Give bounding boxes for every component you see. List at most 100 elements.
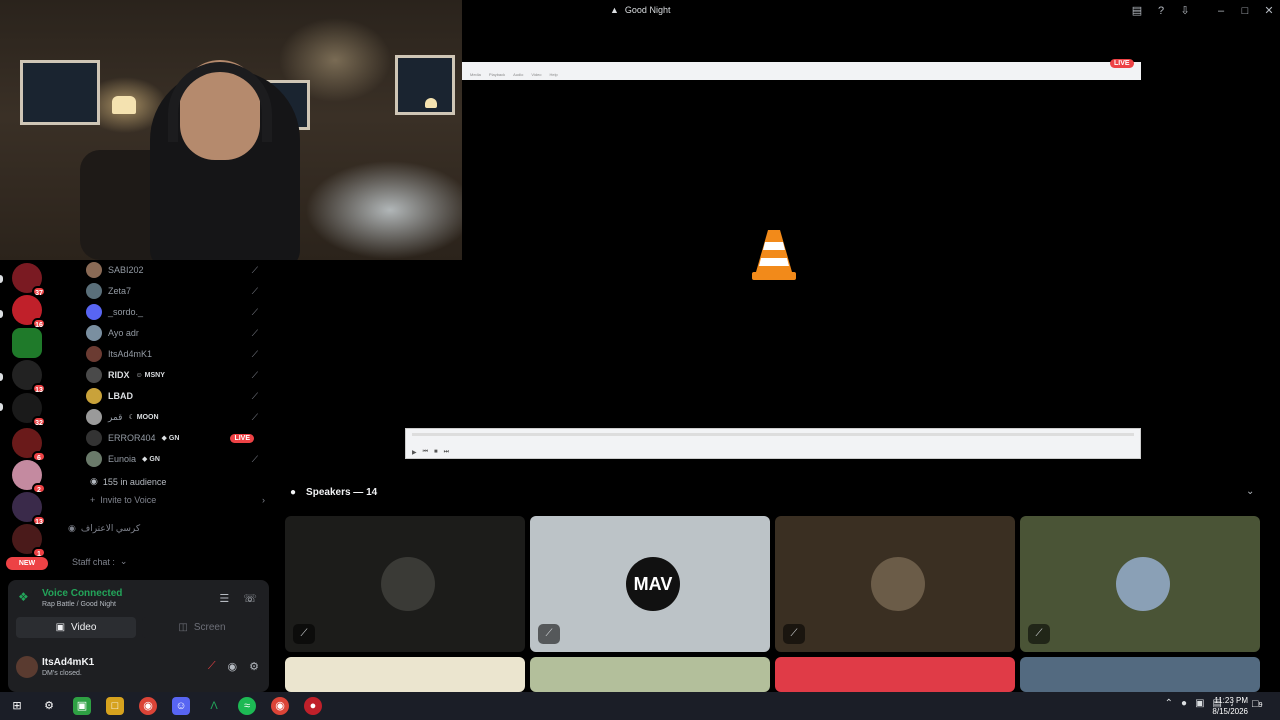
avatar[interactable] <box>16 656 38 678</box>
channel-member-list: SABI202 ⟋ Zeta7 ⟋ _sordo._ ⟋ Ayo adr ⟋ I… <box>50 260 276 580</box>
soundboard-icon[interactable]: ☰ <box>219 592 229 605</box>
headset <box>168 62 272 142</box>
speaker-tile[interactable]: ⟋ <box>285 516 525 652</box>
app-icon[interactable]: ● <box>304 697 322 715</box>
maximize-icon[interactable]: □ <box>1238 4 1252 18</box>
discord-icon[interactable]: ☺ <box>172 697 190 715</box>
speaker-tile[interactable]: ⟋ <box>775 516 1015 652</box>
app-icon[interactable]: Λ <box>205 697 223 715</box>
server-icon[interactable]: 37 <box>12 263 46 297</box>
lamp <box>425 98 437 108</box>
voice-member[interactable]: ERROR404 ◆ GN LIVE <box>86 428 266 448</box>
muted-mic-icon: ⟋ <box>251 264 258 275</box>
server-icon[interactable]: 6 <box>12 428 46 462</box>
voice-channel[interactable]: ◉ كرسي الاعتراف <box>68 523 140 534</box>
speaker-tile[interactable]: MAV ⟋ <box>530 516 770 652</box>
user-panel: ItsAd4mK1 DM's closed. ⟋ ◉ ⚙ <box>8 650 269 692</box>
stage-icon: ▲ <box>610 5 619 15</box>
notification-icon[interactable]: □9 <box>1252 698 1263 710</box>
server-icon[interactable]: 16 <box>12 295 46 329</box>
speaker-tile[interactable] <box>285 657 525 692</box>
speaker-tile[interactable]: ⟋ <box>1020 516 1260 652</box>
voice-member[interactable]: ItsAd4mK1 ⟋ <box>86 344 266 364</box>
mute-mic-icon[interactable]: ⟋ <box>208 660 216 673</box>
clock[interactable]: 11:23 PM 8/15/2026 <box>1200 695 1248 717</box>
muted-mic-icon: ⟋ <box>538 624 560 644</box>
voice-member[interactable]: Ayo adr ⟋ <box>86 323 266 343</box>
voice-status[interactable]: Voice Connected <box>42 588 122 599</box>
voice-member[interactable]: SABI202 ⟋ <box>86 260 266 280</box>
member-tag: ◆ GN <box>142 455 160 464</box>
voice-member[interactable]: Zeta7 ⟋ <box>86 281 266 301</box>
help-icon[interactable]: ? <box>1154 4 1168 18</box>
voice-member[interactable]: _sordo._ ⟋ <box>86 302 266 322</box>
next-icon[interactable]: ⏭ <box>444 449 449 456</box>
avatar <box>86 283 102 299</box>
close-icon[interactable]: ✕ <box>1262 4 1276 18</box>
voice-member[interactable]: RIDX ☺ MSNY ⟋ <box>86 365 266 385</box>
chevron-up-icon[interactable]: ⌃ <box>1165 698 1173 709</box>
headphones-icon[interactable]: ◉ <box>228 660 238 673</box>
chevron-down-icon[interactable]: ⌄ <box>1246 486 1254 497</box>
muted-mic-icon: ⟋ <box>251 411 258 422</box>
voice-connection-panel: ❖ Voice Connected Rap Battle / Good Nigh… <box>8 580 269 650</box>
live-badge: LIVE <box>1110 59 1134 68</box>
chrome-icon[interactable]: ◉ <box>139 697 157 715</box>
previous-icon[interactable]: ⏮ <box>423 449 428 456</box>
headphones-icon: ◉ <box>90 476 98 486</box>
server-icon[interactable] <box>12 328 42 358</box>
start-icon[interactable]: ⊞ <box>8 697 26 715</box>
muted-mic-icon: ⟋ <box>251 285 258 296</box>
username[interactable]: ItsAd4mK1 <box>42 657 94 668</box>
speaker-tile[interactable] <box>530 657 770 692</box>
audience-count[interactable]: ◉ 155 in audience <box>90 476 166 487</box>
video-button[interactable]: ▣ Video <box>16 617 136 638</box>
lamp <box>112 96 136 114</box>
microphone-icon[interactable]: ● <box>1181 698 1187 709</box>
signal-icon: ❖ <box>18 590 29 604</box>
avatar: MAV <box>626 557 680 611</box>
server-icon[interactable]: 32 <box>12 393 46 427</box>
inbox-icon[interactable]: ▤ <box>1130 4 1144 18</box>
avatar <box>86 346 102 362</box>
muted-mic-icon: ⟋ <box>251 348 258 359</box>
disconnect-icon[interactable]: ☏ <box>243 592 257 605</box>
invite-to-voice[interactable]: + Invite to Voice › <box>90 495 265 505</box>
muted-mic-icon: ⟋ <box>1028 624 1050 644</box>
voice-member[interactable]: Eunoia ◆ GN ⟋ <box>86 449 266 469</box>
screen-icon: ◫ <box>178 622 188 633</box>
voice-channel-path[interactable]: Rap Battle / Good Night <box>42 601 116 608</box>
stream-vlc-menubar: Media Playback Audio Video Help <box>462 62 1141 80</box>
server-icon[interactable]: 13 <box>12 492 46 526</box>
avatar <box>86 430 102 446</box>
minimize-icon[interactable]: – <box>1214 4 1228 18</box>
speaker-tile[interactable] <box>1020 657 1260 692</box>
server-icon[interactable]: 13 <box>12 360 46 394</box>
settings-icon[interactable]: ⚙ <box>40 697 58 715</box>
download-icon[interactable]: ⇩ <box>1178 4 1192 18</box>
speakers-header: ● Speakers — 14 <box>290 486 378 498</box>
server-icon[interactable]: 1 <box>12 524 46 558</box>
play-icon[interactable]: ▶ <box>412 449 417 456</box>
emoji-icon: ☺ <box>135 371 143 379</box>
staff-chat-category[interactable]: Staff chat : ⌄ <box>72 556 127 567</box>
folder-icon[interactable]: □ <box>106 697 124 715</box>
avatar <box>86 325 102 341</box>
store-icon[interactable]: ▣ <box>73 697 91 715</box>
speaker-tile[interactable] <box>775 657 1015 692</box>
stop-icon[interactable]: ■ <box>434 449 438 456</box>
new-servers-badge[interactable]: NEW <box>6 557 48 570</box>
muted-mic-icon: ⟋ <box>783 624 805 644</box>
voice-member[interactable]: قمر ☾ MOON ⟋ <box>86 407 266 427</box>
avatar <box>86 409 102 425</box>
avatar <box>1116 557 1170 611</box>
server-icon[interactable]: 2 <box>12 460 46 494</box>
gear-icon[interactable]: ⚙ <box>249 660 259 673</box>
chrome-icon[interactable]: ◉ <box>271 697 289 715</box>
vlc-controls: ▶ ⏮ ■ ⏭ <box>405 428 1141 459</box>
stage-channel-icon: ◉ <box>68 523 76 533</box>
seek-bar[interactable] <box>412 433 1134 436</box>
screen-share-button[interactable]: ◫ Screen <box>142 617 262 638</box>
voice-member[interactable]: LBAD ⟋ <box>86 386 266 406</box>
spotify-icon[interactable]: ≈ <box>238 697 256 715</box>
